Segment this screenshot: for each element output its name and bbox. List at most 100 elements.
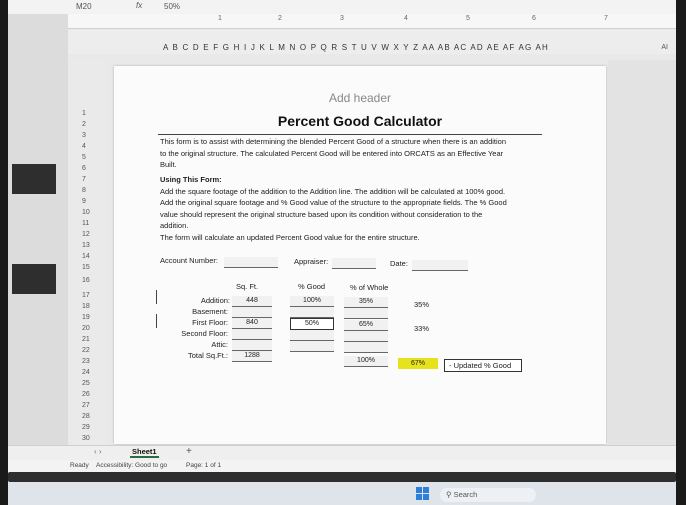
accessibility-status[interactable]: Accessibility: Good to go <box>96 462 167 469</box>
addition-whole-cell[interactable]: 35% <box>344 297 388 308</box>
row-number[interactable]: 11 <box>82 220 89 227</box>
updated-good-label: - Updated % Good <box>444 359 522 372</box>
total-whole-cell[interactable]: 100% <box>344 356 388 367</box>
sheet-tab-bar: ‹ › Sheet1 + <box>8 445 676 460</box>
intro-line: This form is to assist with determining … <box>160 137 507 146</box>
worksheet-page: Add header Percent Good Calculator This … <box>114 66 606 444</box>
ruler: 1 2 3 4 5 6 7 <box>68 14 676 29</box>
row-number[interactable]: 23 <box>82 358 90 365</box>
column-letters[interactable]: A B C D E F G H I J K L M N O P Q R S T … <box>163 43 549 52</box>
row-number[interactable]: 29 <box>82 424 90 431</box>
first-floor-whole-cell[interactable]: 65% <box>344 320 388 331</box>
instruction-line: The form will calculate an updated Perce… <box>160 232 420 242</box>
add-sheet-icon[interactable]: + <box>186 446 192 457</box>
whole-column-header: % of Whole <box>350 283 389 292</box>
ruler-number: 5 <box>466 15 470 22</box>
intro-line: Built. <box>160 160 177 169</box>
row-number[interactable]: 6 <box>82 165 86 172</box>
date-field[interactable] <box>412 260 468 271</box>
row-number[interactable]: 24 <box>82 369 90 376</box>
row-number[interactable]: 16 <box>82 277 90 284</box>
addition-good-cell[interactable]: 100% <box>290 296 334 307</box>
total-sqft-label: Total Sq.Ft.: <box>187 351 228 360</box>
fx-icon[interactable]: fx <box>136 1 142 10</box>
first-floor-good-cell-selected[interactable]: 50% <box>290 318 334 330</box>
status-bar: Ready Accessibility: Good to go Page: 1 … <box>8 460 676 472</box>
row-number[interactable]: 17 <box>82 292 90 299</box>
row-number[interactable]: 4 <box>82 143 86 150</box>
account-number-field[interactable] <box>224 257 278 268</box>
row-number[interactable]: 2 <box>82 121 86 128</box>
row-number[interactable]: 27 <box>82 402 90 409</box>
intro-text[interactable]: This form is to assist with determining … <box>160 136 506 171</box>
row-number[interactable]: 15 <box>82 264 90 271</box>
taskbar-search[interactable]: ⚲ Search <box>440 488 536 502</box>
status-ready: Ready <box>70 462 89 469</box>
sheet-nav-arrows-icon[interactable]: ‹ › <box>94 447 102 456</box>
total-sqft-cell[interactable]: 1288 <box>232 351 272 362</box>
row-number[interactable]: 30 <box>82 435 90 442</box>
basement-whole-cell[interactable] <box>344 308 388 319</box>
name-box[interactable]: M20 <box>76 2 92 11</box>
row-number[interactable]: 3 <box>82 132 86 139</box>
ruler-number: 3 <box>340 15 344 22</box>
account-number-label: Account Number: <box>160 256 218 265</box>
addition-contribution[interactable]: 35% <box>414 300 429 309</box>
sheet-tab-sheet1[interactable]: Sheet1 <box>130 447 159 458</box>
row-number[interactable]: 1 <box>82 110 86 117</box>
basement-label: Basement: <box>192 307 228 316</box>
page-title[interactable]: Percent Good Calculator <box>114 113 606 129</box>
second-floor-label: Second Floor: <box>181 329 228 338</box>
attic-good-cell[interactable] <box>290 341 334 352</box>
ruler-number: 1 <box>218 15 222 22</box>
row-number[interactable]: 20 <box>82 325 90 332</box>
row-number[interactable]: 19 <box>82 314 90 321</box>
ruler-number: 6 <box>532 15 536 22</box>
row-number[interactable]: 5 <box>82 154 86 161</box>
instruction-line: addition. <box>160 221 189 230</box>
left-margin <box>8 14 68 454</box>
bezel-gap <box>8 472 676 482</box>
addition-sqft-cell[interactable]: 448 <box>232 296 272 307</box>
instructions[interactable]: Using This Form: Add the square footage … <box>160 174 507 243</box>
first-floor-label: First Floor: <box>192 318 228 327</box>
ruler-number: 7 <box>604 15 608 22</box>
row-number[interactable]: 18 <box>82 303 90 310</box>
formula-input[interactable]: 50% <box>164 2 180 11</box>
good-column-header: % Good <box>298 282 326 291</box>
first-floor-sqft-cell[interactable]: 840 <box>232 318 272 329</box>
date-label: Date: <box>390 259 408 268</box>
column-headers: A B C D E F G H I J K L M N O P Q R S T … <box>68 30 676 54</box>
glare-block <box>12 264 56 294</box>
attic-whole-cell[interactable] <box>344 342 388 353</box>
row-number[interactable]: 28 <box>82 413 90 420</box>
row-number[interactable]: 9 <box>82 198 86 205</box>
column-ai[interactable]: AI <box>661 44 668 51</box>
appraiser-field[interactable] <box>332 258 376 269</box>
row-number[interactable]: 10 <box>82 209 90 216</box>
basement-sqft-cell[interactable] <box>232 307 272 318</box>
row-number[interactable]: 12 <box>82 231 90 238</box>
row-number[interactable]: 21 <box>82 336 90 343</box>
add-header-placeholder[interactable]: Add header <box>114 91 606 105</box>
row-number[interactable]: 25 <box>82 380 90 387</box>
windows-start-icon[interactable] <box>416 487 430 501</box>
using-title: Using This Form: <box>160 175 222 184</box>
row-number[interactable]: 14 <box>82 253 90 260</box>
second-floor-sqft-cell[interactable] <box>232 329 272 340</box>
glare-block <box>12 164 56 194</box>
basement-good-cell[interactable] <box>290 307 334 318</box>
row-number[interactable]: 22 <box>82 347 90 354</box>
appraiser-label: Appraiser: <box>294 257 329 266</box>
ruler-number: 4 <box>404 15 408 22</box>
result-cell[interactable]: 67% <box>398 358 438 369</box>
second-floor-whole-cell[interactable] <box>344 331 388 342</box>
first-floor-contribution[interactable]: 33% <box>414 324 429 333</box>
row-number[interactable]: 26 <box>82 391 90 398</box>
second-floor-good-cell[interactable] <box>290 330 334 341</box>
row-number[interactable]: 8 <box>82 187 86 194</box>
row-number[interactable]: 13 <box>82 242 90 249</box>
attic-sqft-cell[interactable] <box>232 340 272 351</box>
row-number[interactable]: 7 <box>82 176 86 183</box>
row-headers: 1 2 3 4 5 6 7 8 9 10 11 12 13 14 15 16 1… <box>68 60 108 445</box>
